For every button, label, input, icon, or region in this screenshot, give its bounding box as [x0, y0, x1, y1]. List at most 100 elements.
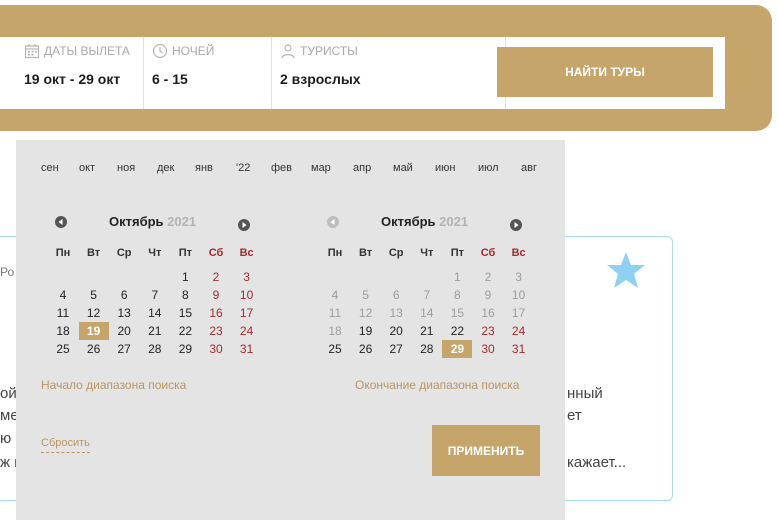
calendar-day[interactable]: 8: [170, 286, 200, 304]
month-strip-item[interactable]: янв: [195, 162, 213, 174]
calendar-day[interactable]: 23: [201, 322, 231, 340]
calendar-day[interactable]: 28: [140, 340, 170, 358]
calendar-day: 8: [454, 288, 461, 302]
calendar-day[interactable]: 19: [351, 322, 381, 340]
calendar-day: 7: [423, 288, 431, 302]
calendar-day[interactable]: 31: [232, 340, 262, 358]
calendar-day[interactable]: 9: [201, 286, 231, 304]
chevron-right-icon: [514, 222, 519, 228]
calendar-day[interactable]: 22: [170, 322, 200, 340]
range-start-label: Начало диапазона поиска: [41, 378, 187, 392]
calendar-day[interactable]: 25: [320, 340, 350, 358]
right-month-year: 2021: [439, 214, 469, 229]
calendar-day[interactable]: 29: [170, 340, 200, 358]
prev-month-button[interactable]: [55, 216, 67, 228]
calendar-day[interactable]: 24: [232, 322, 262, 340]
selected-day[interactable]: 19: [78, 322, 109, 340]
month-strip-item[interactable]: сен: [41, 162, 59, 174]
calendar-day[interactable]: 2: [201, 268, 231, 286]
next-month-button-left[interactable]: [238, 219, 250, 231]
left-month-year: 2021: [167, 214, 197, 229]
prev-month-button-right[interactable]: [327, 216, 339, 228]
nights-field-header: НОЧЕЙ: [152, 43, 214, 59]
calendar-day[interactable]: 11: [48, 304, 78, 322]
star-icon[interactable]: [606, 250, 646, 290]
month-strip-item[interactable]: апр: [353, 162, 371, 174]
calendar-day: 6: [392, 288, 400, 302]
calendar-day[interactable]: 27: [381, 340, 411, 358]
calendar-day[interactable]: 20: [381, 322, 411, 340]
calendar-day[interactable]: 18: [48, 322, 78, 340]
person-icon: [281, 44, 295, 59]
selected-day[interactable]: 29: [442, 340, 473, 358]
calendar-day[interactable]: 26: [351, 340, 381, 358]
calendar-day[interactable]: 16: [201, 304, 231, 322]
month-strip-item[interactable]: дек: [157, 162, 174, 174]
month-strip-item[interactable]: авг: [521, 162, 537, 174]
calendar-day[interactable]: 25: [48, 340, 78, 358]
calendar-day[interactable]: 24: [504, 322, 534, 340]
month-strip-item[interactable]: окт: [79, 162, 95, 174]
dates-field-header: ДАТЫ ВЫЛЕТА: [24, 43, 130, 59]
month-strip-item[interactable]: мар: [311, 162, 331, 174]
reset-link[interactable]: Сбросить: [41, 437, 90, 453]
calendar-day[interactable]: 30: [473, 340, 503, 358]
calendar-day: 9: [484, 288, 492, 302]
calendar-day[interactable]: 10: [232, 286, 262, 304]
calendar-day[interactable]: 30: [201, 340, 231, 358]
calendar-day[interactable]: 27: [109, 340, 139, 358]
tourists-field[interactable]: ТУРИСТЫ 2 взрослых: [272, 37, 506, 109]
chevron-right-icon: [242, 222, 247, 228]
weekday-header: Сб: [480, 247, 496, 259]
dates-field[interactable]: ДАТЫ ВЫЛЕТА 19 окт - 29 окт: [14, 37, 144, 109]
calendar-day[interactable]: 12: [79, 304, 109, 322]
card-fragment-6: нный: [567, 385, 603, 402]
find-tours-button[interactable]: НАЙТИ ТУРЫ: [497, 47, 713, 97]
apply-button[interactable]: ПРИМЕНИТЬ: [432, 425, 540, 476]
calendar-day[interactable]: 13: [109, 304, 139, 322]
calendar-day[interactable]: 21: [140, 322, 170, 340]
calendar-day[interactable]: 26: [79, 340, 109, 358]
calendar-day[interactable]: 14: [140, 304, 170, 322]
nights-value: 6 - 15: [152, 71, 188, 87]
calendar-day[interactable]: 7: [140, 286, 170, 304]
month-strip: сен окт ноя дек янв '22 фев мар апр май июн июл авг: [16, 162, 565, 178]
month-strip-item[interactable]: фев: [271, 162, 292, 174]
calendar-day[interactable]: 1: [170, 268, 200, 286]
month-strip-item[interactable]: июн: [435, 162, 455, 174]
calendar-day[interactable]: 22: [442, 322, 472, 340]
month-strip-item[interactable]: ноя: [117, 162, 135, 174]
calendar-day[interactable]: 3: [232, 268, 262, 286]
calendar-day[interactable]: 31: [504, 340, 534, 358]
calendar-day[interactable]: 21: [412, 322, 442, 340]
calendar-day: 18: [328, 324, 342, 338]
weekday-header: Пт: [178, 247, 193, 259]
calendar-day: 12: [358, 306, 373, 320]
month-strip-item[interactable]: '22: [236, 162, 250, 174]
dates-label: ДАТЫ ВЫЛЕТА: [44, 44, 130, 58]
calendar-day[interactable]: 6: [109, 286, 139, 304]
calendar-day: 13: [389, 306, 403, 320]
card-fragment-1: Ро: [0, 265, 15, 279]
calendar-day: 10: [511, 288, 526, 302]
tourists-label: ТУРИСТЫ: [300, 44, 358, 58]
calendar-day[interactable]: 23: [473, 322, 503, 340]
chevron-left-icon: [58, 219, 63, 225]
card-fragment-2: ой: [0, 385, 17, 402]
calendar-day[interactable]: 17: [232, 304, 262, 322]
search-panel: ДАТЫ ВЫЛЕТА 19 окт - 29 окт НОЧЕЙ 6 - 15…: [0, 5, 772, 131]
calendar-day[interactable]: 15: [170, 304, 200, 322]
weekday-header: Пт: [450, 247, 465, 259]
card-fragment-8: кажает...: [567, 454, 627, 471]
month-strip-item[interactable]: июл: [478, 162, 499, 174]
nights-field[interactable]: НОЧЕЙ 6 - 15: [144, 37, 272, 109]
month-strip-item[interactable]: май: [393, 162, 413, 174]
next-month-button[interactable]: [510, 219, 522, 231]
calendar-day[interactable]: 28: [412, 340, 442, 358]
calendar-day[interactable]: 4: [48, 286, 78, 304]
calendar-day[interactable]: 5: [79, 286, 109, 304]
weekday-header: Пн: [55, 247, 71, 259]
left-month-title: Октябрь 2021: [109, 214, 196, 229]
calendar-day[interactable]: 20: [109, 322, 139, 340]
nights-label: НОЧЕЙ: [172, 44, 215, 58]
